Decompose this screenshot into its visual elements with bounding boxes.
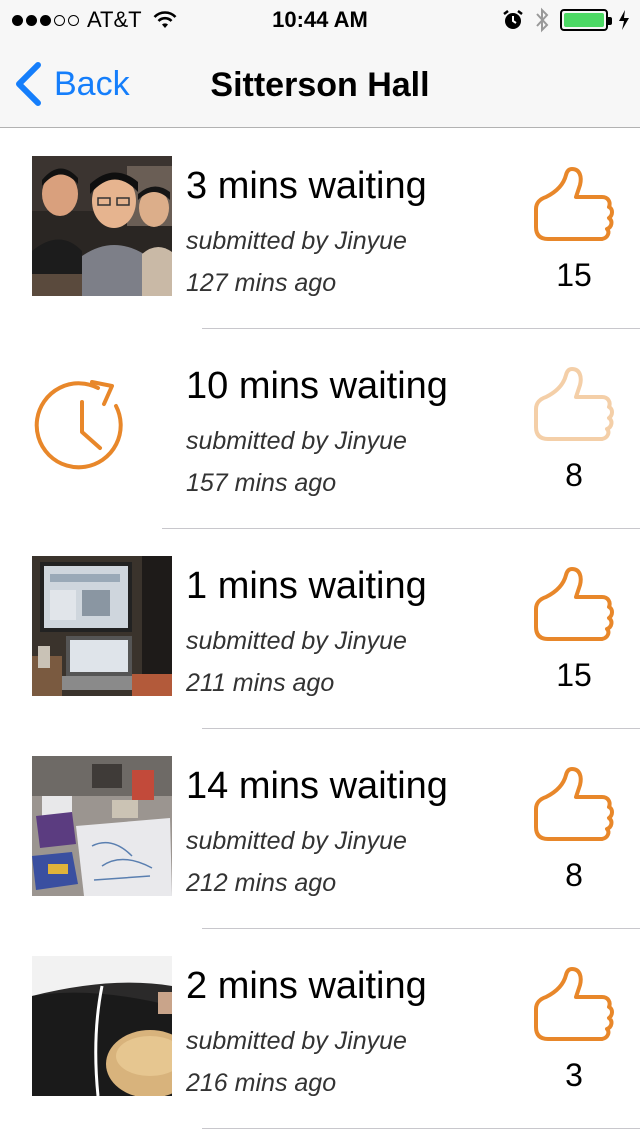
submitted-by: submitted by Jinyue <box>186 1027 407 1055</box>
wait-time: 1 mins waiting <box>186 565 427 607</box>
time-ago: 216 mins ago <box>186 1069 337 1097</box>
thumbs-up-icon[interactable] <box>532 165 616 250</box>
like-count: 15 <box>556 657 592 693</box>
thumbs-up-icon[interactable] <box>532 965 616 1050</box>
submitted-by: submitted by Jinyue <box>186 827 407 855</box>
navigation-bar: Back Sitterson Hall <box>0 40 640 128</box>
battery-icon <box>560 9 612 31</box>
group-selfie-photo <box>32 156 172 296</box>
clock-icon <box>32 356 132 496</box>
thumbs-up-icon[interactable] <box>532 565 616 650</box>
time-ago: 127 mins ago <box>186 269 337 297</box>
alarm-icon <box>503 10 523 29</box>
computer-desk-photo <box>32 556 172 696</box>
status-right <box>502 6 630 34</box>
submitted-by: submitted by Jinyue <box>186 627 407 655</box>
list-item[interactable]: 2 mins waiting submitted by Jinyue 216 m… <box>0 929 640 1129</box>
list-item[interactable]: 1 mins waiting submitted by Jinyue 211 m… <box>0 529 640 729</box>
submitted-by: submitted by Jinyue <box>186 227 407 255</box>
thumbs-up-icon[interactable] <box>532 365 616 450</box>
time-ago: 211 mins ago <box>186 669 335 697</box>
row-divider <box>202 1128 640 1129</box>
time-ago: 157 mins ago <box>186 469 337 497</box>
dark-room-photo <box>32 956 172 1096</box>
wait-time: 14 mins waiting <box>186 765 448 807</box>
status-bar: AT&T 10:44 AM <box>0 0 640 40</box>
battery-level <box>564 13 604 27</box>
wait-time: 3 mins waiting <box>186 165 427 207</box>
wait-time: 2 mins waiting <box>186 965 427 1007</box>
like-count: 8 <box>565 457 583 493</box>
charging-icon <box>619 10 629 30</box>
like-count: 15 <box>556 257 592 293</box>
battery-nub <box>608 17 612 25</box>
cluttered-table-photo <box>32 756 172 896</box>
bluetooth-icon <box>536 7 549 33</box>
like-count: 3 <box>565 1057 583 1093</box>
submitted-by: submitted by Jinyue <box>186 427 407 455</box>
list-item[interactable]: 14 mins waiting submitted by Jinyue 212 … <box>0 729 640 929</box>
list-item[interactable]: 10 mins waiting submitted by Jinyue 157 … <box>0 329 640 529</box>
wait-time: 10 mins waiting <box>186 365 448 407</box>
time-ago: 212 mins ago <box>186 869 337 897</box>
like-count: 8 <box>565 857 583 893</box>
thumbs-up-icon[interactable] <box>532 765 616 850</box>
list-item[interactable]: 3 mins waiting submitted by Jinyue 127 m… <box>0 129 640 329</box>
page-title: Sitterson Hall <box>210 66 430 104</box>
wait-report-list: 3 mins waiting submitted by Jinyue 127 m… <box>0 129 640 1129</box>
